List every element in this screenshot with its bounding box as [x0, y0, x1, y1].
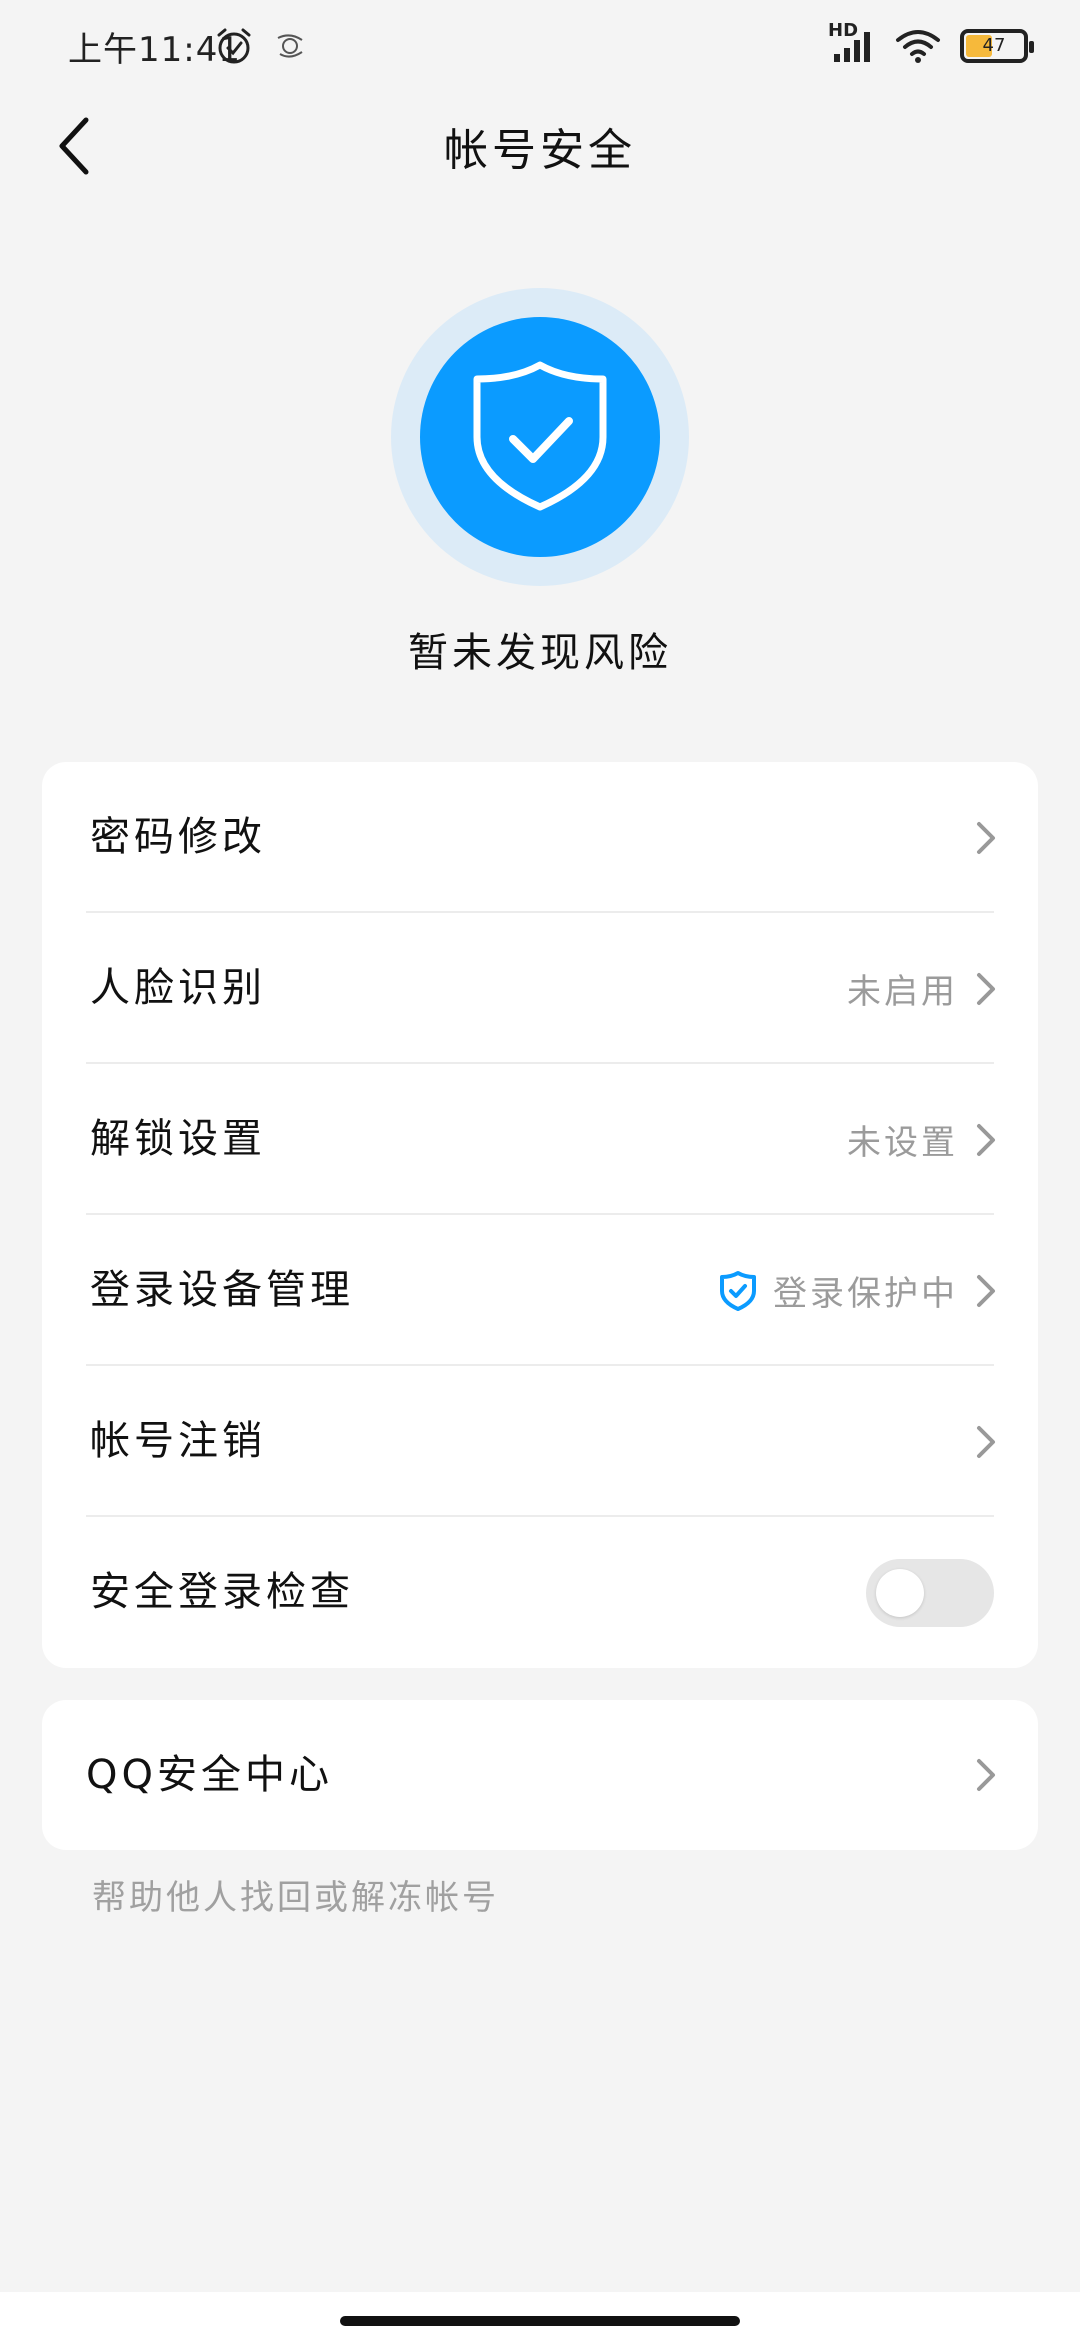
row-label: QQ安全中心	[86, 1752, 333, 1798]
qq-security-center-card: QQ安全中心	[42, 1700, 1038, 1850]
security-status-hero: 暂未发现风险	[0, 280, 1080, 700]
row-qq-security-center[interactable]: QQ安全中心	[42, 1700, 1038, 1850]
row-unlock-settings[interactable]: 解锁设置 未设置	[42, 1064, 1038, 1215]
row-password-change[interactable]: 密码修改	[42, 762, 1038, 913]
cellular-signal-icon: HD	[828, 20, 876, 66]
battery-percent: 47	[982, 35, 1006, 56]
row-label: 密码修改	[90, 814, 266, 860]
header: 帐号安全	[0, 96, 1080, 196]
wifi-icon	[894, 26, 942, 66]
row-value: 未启用	[847, 972, 958, 1012]
shield-halo	[391, 288, 689, 586]
toggle-knob	[876, 1568, 924, 1617]
alarm-icon	[214, 26, 254, 66]
row-safe-login-check: 安全登录检查	[42, 1517, 1038, 1668]
row-label: 解锁设置	[90, 1116, 266, 1162]
chevron-right-icon	[972, 1422, 1000, 1462]
row-account-cancellation[interactable]: 帐号注销	[42, 1366, 1038, 1517]
chevron-right-icon	[972, 818, 1000, 858]
row-face-recognition[interactable]: 人脸识别 未启用	[42, 913, 1038, 1064]
shield-check-icon	[473, 361, 607, 511]
security-settings-card: 密码修改 人脸识别 未启用 解锁设置 未设置 登录设备管理 登录保护中 帐号注销…	[42, 762, 1038, 1668]
chevron-right-icon	[972, 1271, 1000, 1311]
row-label: 登录设备管理	[90, 1267, 354, 1313]
status-bar: 上午11:41 HD 47	[0, 0, 1080, 96]
chevron-right-icon	[972, 1755, 1000, 1795]
chevron-right-icon	[972, 1120, 1000, 1160]
row-login-device-management[interactable]: 登录设备管理 登录保护中	[42, 1215, 1038, 1366]
row-value: 登录保护中	[773, 1274, 958, 1314]
chevron-right-icon	[972, 969, 1000, 1009]
page-title: 帐号安全	[444, 125, 636, 176]
shield-check-icon	[719, 1270, 759, 1312]
qq-security-helper-text: 帮助他人找回或解冻帐号	[92, 1878, 499, 1918]
row-label: 人脸识别	[90, 965, 266, 1011]
safe-login-check-toggle[interactable]	[866, 1558, 994, 1627]
home-indicator[interactable]	[340, 2316, 740, 2326]
notification-app-icon	[270, 26, 310, 66]
status-indicators: HD 47	[828, 20, 1034, 70]
shield-badge	[420, 317, 660, 557]
row-label: 帐号注销	[90, 1418, 266, 1464]
risk-status-text: 暂未发现风险	[408, 630, 672, 676]
row-value: 未设置	[847, 1123, 958, 1163]
battery-icon: 47	[960, 29, 1034, 63]
row-label: 安全登录检查	[90, 1569, 354, 1615]
